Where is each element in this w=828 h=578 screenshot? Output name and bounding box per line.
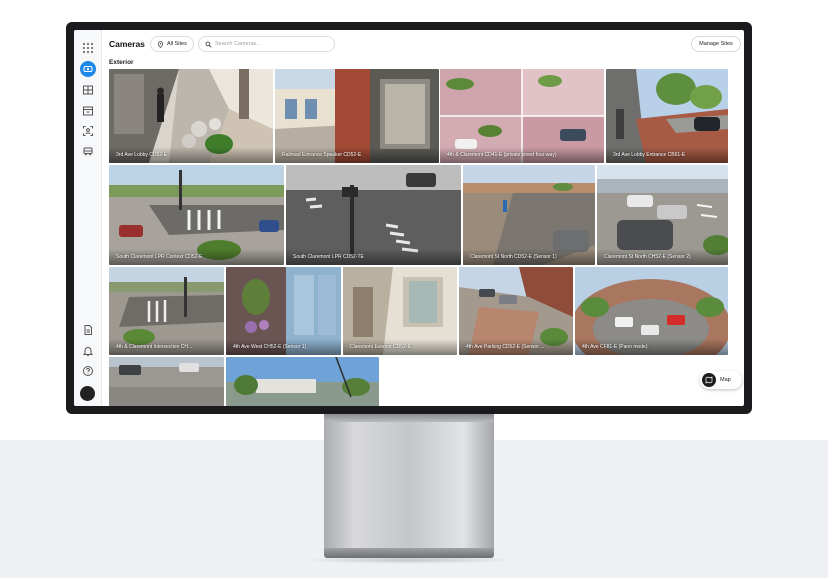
avatar[interactable] (80, 386, 95, 401)
location-pin-icon (157, 40, 164, 48)
camera-tile[interactable]: 3rd Ave Lobby Entrance CB61-E (606, 69, 728, 163)
camera-feed-sky (226, 357, 379, 406)
camera-tile[interactable]: 4th Ave Parking CD52-E (Sensor ... (459, 267, 573, 355)
search-input[interactable]: Search Cameras... (198, 36, 335, 52)
camera-name: 3rd Ave Lobby CD52-E (116, 152, 168, 158)
camera-name: Claremont Exterior CD52-E (350, 344, 411, 350)
camera-tile[interactable]: Railroad Entrance Speaker CD52-E (275, 69, 439, 163)
camera-tile[interactable]: Claremont Exterior CD52-E (343, 267, 457, 355)
camera-tile[interactable]: 3rd Ave Lobby CD52-E (109, 69, 273, 163)
screen: Cameras All Sites Search Cameras... Mana… (74, 30, 744, 406)
camera-name: Railroad Entrance Speaker CD52-E (282, 152, 362, 158)
camera-name: 4th & Claremont Intersection CH... (116, 344, 193, 350)
help-icon[interactable] (80, 363, 96, 379)
camera-feed-street (109, 357, 224, 406)
page-title: Cameras (109, 39, 145, 49)
camera-tile[interactable]: 4th Ave CF81-E (Pano mode) (575, 267, 728, 355)
camera-name: Claremont St North CD52-E (Sensor 1) (470, 254, 557, 260)
map-icon (702, 373, 716, 387)
archive-icon[interactable] (80, 103, 96, 119)
monitor-stand-base (324, 548, 494, 558)
camera-tile[interactable]: 4th Ave West CH52-E (Sensor 1) (226, 267, 341, 355)
camera-tile[interactable]: Claremont St North CD52-E (Sensor 1) (463, 165, 595, 265)
table-layout-icon[interactable] (80, 82, 96, 98)
sites-filter-label: All Sites (167, 41, 187, 47)
monitor: Cameras All Sites Search Cameras... Mana… (66, 22, 752, 414)
section-title: Exterior (109, 59, 134, 66)
camera-tile[interactable]: 4th & Claremont Intersection CH... (109, 267, 224, 355)
camera-name: South Claremont LPR Context CD52-E (116, 254, 203, 260)
camera-tile[interactable] (109, 357, 224, 406)
camera-name: 4th Ave Parking CD52-E (Sensor ... (466, 344, 545, 350)
camera-name: 4th Ave West CH52-E (Sensor 1) (233, 344, 307, 350)
sidebar (74, 30, 102, 406)
search-placeholder: Search Cameras... (215, 41, 261, 47)
camera-tile[interactable]: South Claremont LPR CD52-TE (286, 165, 461, 265)
map-button[interactable]: Map (700, 371, 742, 389)
scan-person-icon[interactable] (80, 123, 96, 139)
map-button-label: Map (720, 377, 731, 383)
vehicle-icon[interactable] (80, 143, 96, 159)
camera-icon[interactable] (80, 61, 96, 77)
camera-name: 3rd Ave Lobby Entrance CB61-E (613, 152, 686, 158)
sites-filter-button[interactable]: All Sites (150, 36, 194, 52)
camera-name: South Claremont LPR CD52-TE (293, 254, 364, 260)
camera-name: Claremont St North CH52-E (Sensor 2) (604, 254, 691, 260)
camera-tile[interactable] (226, 357, 379, 406)
document-icon[interactable] (80, 322, 96, 338)
search-icon (205, 41, 212, 48)
camera-name: 4th Ave CF81-E (Pano mode) (582, 344, 648, 350)
camera-tile[interactable]: 4th & Claremont CD41-E (private street f… (440, 69, 604, 163)
apps-grid-icon[interactable] (80, 40, 96, 56)
camera-name: 4th & Claremont CD41-E (private street f… (447, 152, 557, 158)
monitor-stand (324, 414, 494, 550)
bell-icon[interactable] (80, 343, 96, 359)
camera-tile[interactable]: South Claremont LPR Context CD52-E (109, 165, 284, 265)
camera-tile[interactable]: Claremont St North CH52-E (Sensor 2) (597, 165, 728, 265)
manage-sites-button[interactable]: Manage Sites (691, 36, 741, 52)
